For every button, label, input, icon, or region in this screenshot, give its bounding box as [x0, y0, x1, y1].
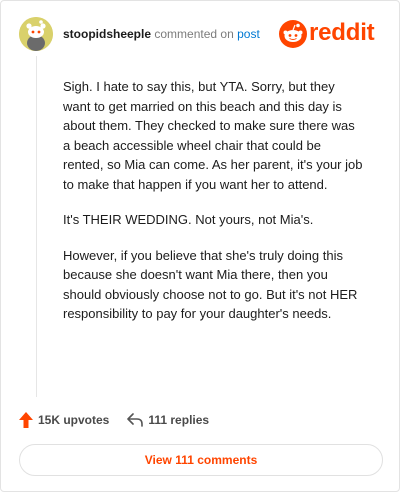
view-comments-button[interactable]: View 111 comments: [19, 444, 383, 476]
reddit-logo[interactable]: reddit: [279, 18, 385, 50]
arrow-up-icon: [19, 412, 33, 428]
comment-body: Sigh. I hate to say this, but YTA. Sorry…: [63, 77, 363, 340]
avatar-snoo-icon: [19, 17, 53, 51]
comment-paragraph: Sigh. I hate to say this, but YTA. Sorry…: [63, 79, 363, 192]
upvote-count: 15K upvotes: [38, 413, 110, 427]
comment-card: stoopidsheeple commented on post reddit …: [0, 0, 400, 492]
thread-line[interactable]: [36, 56, 37, 397]
reddit-snoo-icon: [279, 20, 307, 48]
comment-paragraph: However, if you believe that she's truly…: [63, 247, 358, 322]
avatar[interactable]: [19, 17, 53, 51]
comment-actions: 15K upvotes 111 replies: [19, 411, 209, 429]
post-link[interactable]: post: [237, 27, 260, 41]
reply-count: 111 replies: [148, 413, 210, 427]
comment-header: stoopidsheeple commented on post reddit: [19, 17, 385, 51]
upvote-button[interactable]: 15K upvotes: [19, 412, 109, 428]
reddit-wordmark: reddit: [309, 19, 375, 46]
comment-paragraph: It's THEIR WEDDING. Not yours, not Mia's…: [63, 212, 314, 227]
replies-button[interactable]: 111 replies: [127, 413, 209, 427]
username[interactable]: stoopidsheeple: [63, 27, 151, 41]
commented-on-text: commented on: [154, 27, 234, 41]
reply-arrow-icon: [127, 413, 144, 427]
comment-meta: stoopidsheeple commented on post: [63, 27, 260, 41]
